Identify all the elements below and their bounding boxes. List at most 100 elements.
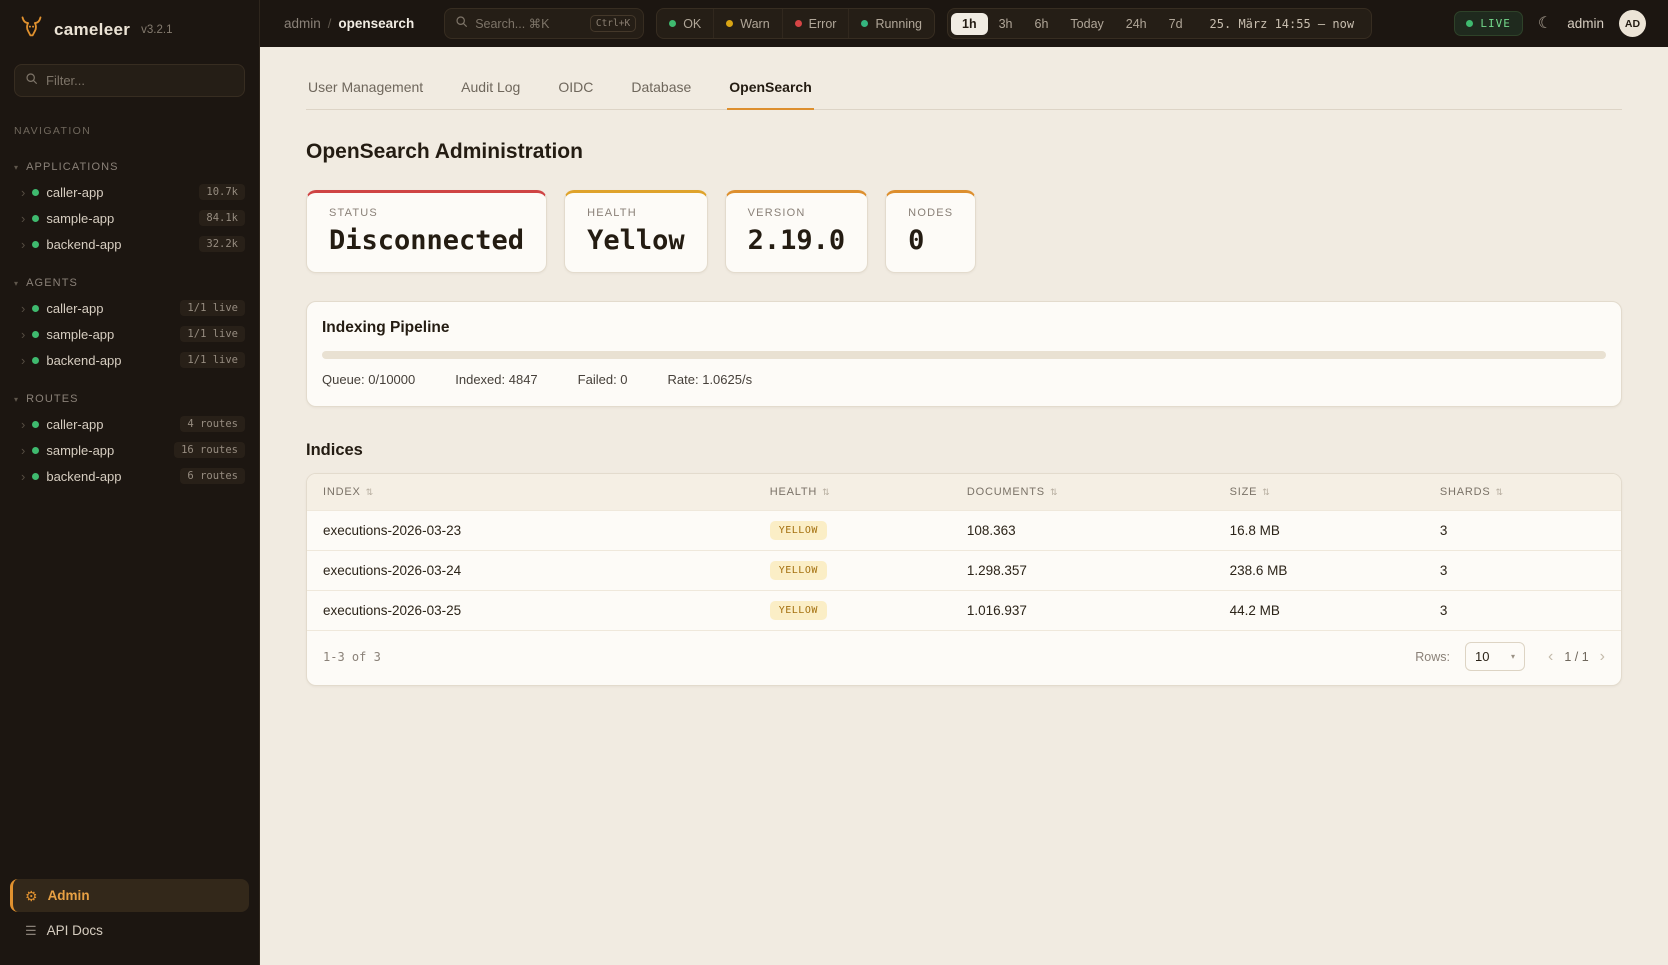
cell-size: 16.8 MB [1214, 523, 1424, 538]
live-toggle[interactable]: LIVE [1454, 11, 1523, 36]
app-version: v3.2.1 [141, 24, 172, 36]
sidebar-item-badge: 4 routes [180, 416, 245, 432]
stat-card-nodes: NODES 0 [885, 190, 976, 273]
chevron-right-icon: › [21, 302, 25, 315]
sidebar-item-applications-backend-app[interactable]: › backend-app 32.2k [0, 231, 259, 257]
cell-shards: 3 [1424, 603, 1621, 618]
chevron-down-icon: ▾ [1511, 652, 1515, 661]
filter-pill-label: Error [809, 17, 837, 31]
column-header-health[interactable]: HEALTH ⇅ [754, 486, 951, 498]
column-header-index[interactable]: INDEX ⇅ [307, 486, 754, 498]
filter-pill-running[interactable]: Running [848, 9, 934, 38]
chevron-right-icon: › [21, 328, 25, 341]
cell-shards: 3 [1424, 563, 1621, 578]
tab-audit-log[interactable]: Audit Log [459, 71, 522, 110]
rows-per-page-select[interactable]: 10 ▾ [1465, 642, 1525, 671]
sidebar-item-routes-caller-app[interactable]: › caller-app 4 routes [0, 411, 259, 437]
chevron-right-icon: › [21, 186, 25, 199]
table-row[interactable]: executions-2026-03-23 YELLOW 108.363 16.… [307, 510, 1621, 550]
column-header-size[interactable]: SIZE ⇅ [1214, 486, 1424, 498]
filter-pill-error[interactable]: Error [782, 9, 849, 38]
app-root: cameleer v3.2.1 NAVIGATION ▾ APPLICATION… [0, 0, 1668, 965]
sidebar-item-agents-sample-app[interactable]: › sample-app 1/1 live [0, 321, 259, 347]
tab-opensearch[interactable]: OpenSearch [727, 71, 813, 110]
filter-pill-warn[interactable]: Warn [713, 9, 781, 38]
table-row[interactable]: executions-2026-03-24 YELLOW 1.298.357 2… [307, 550, 1621, 590]
table-footer-right: Rows: 10 ▾ ‹ 1 / 1 › [1415, 642, 1605, 671]
search-shortcut-badge: Ctrl+K [590, 15, 636, 32]
sidebar-item-badge: 6 routes [180, 468, 245, 484]
date-range-display[interactable]: 25. März 14:55 — now [1194, 17, 1369, 31]
sidebar-item-routes-sample-app[interactable]: › sample-app 16 routes [0, 437, 259, 463]
filter-input[interactable] [46, 73, 234, 88]
caret-down-icon: ▾ [14, 395, 19, 404]
top-bar: admin / opensearch Ctrl+K OK Warn [260, 0, 1668, 47]
time-range-24h[interactable]: 24h [1115, 13, 1158, 35]
sidebar-item-label: caller-app [46, 185, 103, 200]
stat-cards-row: STATUS Disconnected HEALTH Yellow VERSIO… [306, 190, 1622, 273]
time-range-3h[interactable]: 3h [988, 13, 1024, 35]
cell-shards: 3 [1424, 523, 1621, 538]
search-input[interactable] [475, 17, 583, 31]
pipeline-stat-failed: Failed: 0 [578, 372, 628, 387]
tab-database[interactable]: Database [629, 71, 693, 110]
pipeline-stat-queue: Queue: 0/10000 [322, 372, 415, 387]
sidebar-item-agents-caller-app[interactable]: › caller-app 1/1 live [0, 295, 259, 321]
previous-page-button[interactable]: ‹ [1548, 649, 1553, 665]
column-header-documents[interactable]: DOCUMENTS ⇅ [951, 486, 1214, 498]
sidebar-item-applications-sample-app[interactable]: › sample-app 84.1k [0, 205, 259, 231]
sidebar-section-routes[interactable]: ▾ ROUTES [0, 387, 259, 411]
sidebar-item-label: sample-app [46, 327, 114, 342]
stat-value: Disconnected [329, 225, 524, 256]
cell-index: executions-2026-03-24 [307, 563, 754, 578]
sort-icon: ⇅ [366, 487, 374, 498]
breadcrumb-parent[interactable]: admin [284, 16, 321, 31]
sidebar-item-label: backend-app [46, 469, 121, 484]
avatar[interactable]: AD [1619, 10, 1646, 37]
logo: cameleer v3.2.1 [0, 14, 259, 46]
sidebar-filter[interactable] [14, 64, 245, 97]
content-area: User Management Audit Log OIDC Database … [260, 47, 1668, 965]
sidebar-item-agents-backend-app[interactable]: › backend-app 1/1 live [0, 347, 259, 373]
sidebar-section-applications[interactable]: ▾ APPLICATIONS [0, 155, 259, 179]
sidebar-section-agents[interactable]: ▾ AGENTS [0, 271, 259, 295]
status-dot [32, 305, 39, 312]
tab-user-management[interactable]: User Management [306, 71, 425, 110]
ok-dot-icon [669, 20, 676, 27]
stat-label: VERSION [748, 207, 846, 219]
sidebar-footer: ⚙ Admin ☰ API Docs [0, 871, 259, 965]
sidebar-item-api-docs[interactable]: ☰ API Docs [10, 912, 249, 949]
dark-mode-toggle-moon-icon[interactable]: ☾ [1538, 16, 1552, 32]
sort-icon: ⇅ [1050, 487, 1058, 498]
sidebar-item-label: sample-app [46, 211, 114, 226]
filter-pill-ok[interactable]: OK [657, 9, 713, 38]
time-range-today[interactable]: Today [1059, 13, 1114, 35]
time-range-6h[interactable]: 6h [1024, 13, 1060, 35]
column-label: SIZE [1230, 486, 1258, 498]
time-range-7d[interactable]: 7d [1158, 13, 1194, 35]
time-range-1h[interactable]: 1h [951, 13, 988, 35]
sidebar-item-applications-caller-app[interactable]: › caller-app 10.7k [0, 179, 259, 205]
column-header-shards[interactable]: SHARDS ⇅ [1424, 486, 1621, 498]
table-row[interactable]: executions-2026-03-25 YELLOW 1.016.937 4… [307, 590, 1621, 630]
search-icon [455, 15, 468, 33]
pagination: ‹ 1 / 1 › [1548, 649, 1605, 665]
cell-index: executions-2026-03-23 [307, 523, 754, 538]
breadcrumb: admin / opensearch [284, 16, 414, 31]
sidebar-item-admin[interactable]: ⚙ Admin [10, 879, 249, 912]
table-footer: 1-3 of 3 Rows: 10 ▾ ‹ 1 / 1 › [307, 630, 1621, 685]
tab-oidc[interactable]: OIDC [556, 71, 595, 110]
sidebar-item-routes-backend-app[interactable]: › backend-app 6 routes [0, 463, 259, 489]
global-search[interactable]: Ctrl+K [444, 8, 644, 39]
error-dot-icon [795, 20, 802, 27]
tab-bar: User Management Audit Log OIDC Database … [306, 71, 1622, 110]
chevron-right-icon: › [21, 418, 25, 431]
cell-documents: 108.363 [951, 523, 1214, 538]
pipeline-stats-row: Queue: 0/10000 Indexed: 4847 Failed: 0 R… [322, 372, 1606, 387]
caret-down-icon: ▾ [14, 279, 19, 288]
next-page-button[interactable]: › [1600, 649, 1605, 665]
navigation-label: NAVIGATION [14, 125, 245, 137]
live-label: LIVE [1480, 17, 1511, 30]
filter-pill-label: Running [875, 17, 922, 31]
sidebar-item-badge: 84.1k [199, 210, 245, 226]
